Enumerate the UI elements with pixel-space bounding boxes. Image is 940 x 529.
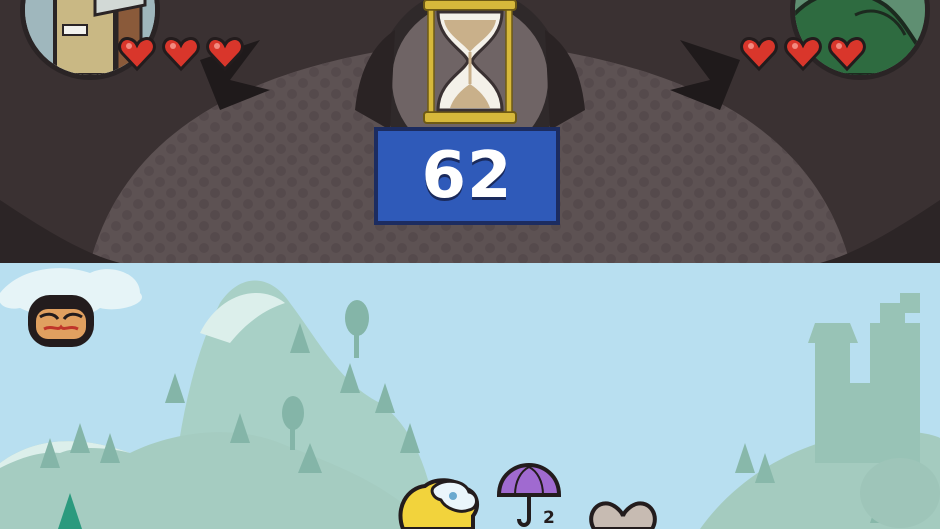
- bandit-face-icon: [28, 295, 94, 347]
- player-left-lives: [118, 36, 244, 72]
- heart-icon: [740, 36, 778, 72]
- heart-icon: [118, 36, 156, 72]
- heart-item-icon: [589, 501, 657, 529]
- player-right-lives: [740, 36, 866, 72]
- heart-icon: [828, 36, 866, 72]
- bottom-screen: 2: [0, 263, 940, 529]
- heart-icon: [162, 36, 200, 72]
- top-screen: 62: [0, 0, 940, 263]
- umbrella-count: 2: [543, 508, 555, 528]
- hourglass-icon: [423, 0, 517, 124]
- heart-icon: [206, 36, 244, 72]
- heart-icon: [784, 36, 822, 72]
- cloud-character-icon: [398, 478, 480, 529]
- timer-counter: 62: [374, 127, 560, 225]
